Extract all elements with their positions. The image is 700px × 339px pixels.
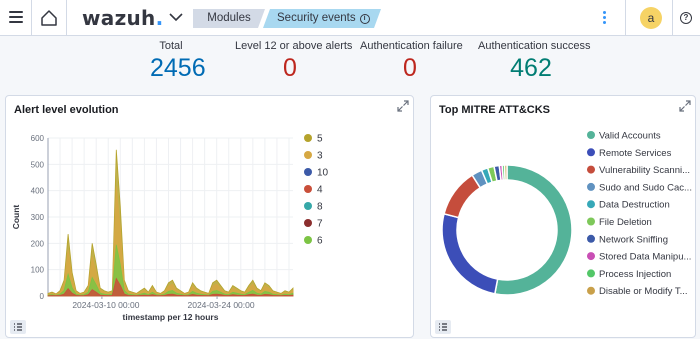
stat-value[interactable]: 0 — [235, 54, 345, 83]
x-tick-label: 2024-03-24 00:00 — [187, 300, 254, 310]
header-divider — [625, 0, 626, 36]
legend-swatch — [304, 185, 312, 193]
menu-bar — [9, 21, 23, 23]
legend-label: 10 — [317, 168, 329, 179]
legend-swatch — [587, 234, 595, 243]
stat-total[interactable]: Total 2456 — [150, 40, 206, 83]
info-icon[interactable]: i — [360, 14, 370, 24]
legend-label: 7 — [317, 219, 323, 230]
legend-swatch — [587, 182, 595, 191]
legend-label: Process Injection — [599, 269, 671, 280]
legend-swatch — [304, 134, 312, 142]
alert-level-panel: Alert level evolution 0 100 200 300 400 500 60… — [5, 95, 414, 338]
y-tick-label: 100 — [31, 266, 45, 275]
stat-label: Authentication failure — [360, 40, 463, 52]
breadcrumb-security-events[interactable]: Security events i — [263, 9, 381, 28]
stat-value[interactable]: 0 — [360, 54, 460, 83]
x-tick-label: 2024-03-10 00:00 — [72, 300, 139, 310]
legend-label: 6 — [317, 236, 323, 247]
donut-slice — [441, 212, 499, 295]
legend-label: Valid Accounts — [599, 131, 661, 142]
y-tick-label: 0 — [40, 292, 45, 301]
dot — [603, 11, 606, 14]
header-divider — [31, 0, 32, 36]
legend-swatch — [587, 217, 595, 226]
legend-label: File Deletion — [599, 217, 652, 228]
top-header: wazuh. Modules Security events i a ? — [0, 0, 700, 36]
menu-bar — [9, 16, 23, 18]
y-tick-label: 600 — [31, 134, 45, 143]
stat-value[interactable]: 2456 — [150, 54, 206, 83]
donut-slice — [503, 164, 508, 181]
legend-swatch — [304, 219, 312, 227]
chevron-down-icon[interactable] — [169, 12, 183, 22]
legend-label: Data Destruction — [599, 200, 670, 211]
legend-swatch — [304, 168, 312, 176]
legend-toggle-button[interactable] — [435, 320, 451, 334]
x-axis-label: timestamp per 12 hours — [123, 312, 219, 322]
header-divider — [672, 0, 673, 36]
legend-swatch — [587, 148, 595, 157]
y-tick-label: 500 — [31, 160, 45, 169]
menu-toggle-button[interactable] — [9, 11, 23, 24]
series-area — [47, 149, 294, 297]
legend-swatch — [304, 202, 312, 210]
legend-label: 3 — [317, 151, 323, 162]
stat-auth-success[interactable]: Authentication success 462 — [478, 40, 591, 83]
legend-swatch — [587, 252, 595, 261]
more-options-icon[interactable] — [603, 11, 607, 25]
legend-swatch — [587, 200, 595, 209]
dot — [603, 21, 606, 24]
legend-swatch — [304, 151, 312, 159]
series-area — [47, 186, 294, 297]
header-divider — [66, 0, 67, 36]
legend-swatch — [587, 165, 595, 174]
stat-label: Level 12 or above alerts — [235, 40, 353, 52]
legend-label: Disable or Modify T... — [599, 286, 688, 297]
breadcrumb-label: Security events — [277, 12, 356, 24]
menu-bar — [9, 11, 23, 13]
wazuh-logo[interactable]: wazuh. — [82, 6, 164, 30]
legend-label: Remote Services — [599, 148, 672, 159]
donut-slice — [443, 174, 482, 219]
alert-level-chart: 0 100 200 300 400 500 600 2024-03-10 00:00 2024-… — [11, 134, 329, 323]
y-tick-label: 300 — [31, 213, 45, 222]
y-tick-label: 200 — [31, 239, 45, 248]
legend-label: 5 — [317, 134, 323, 145]
legend-swatch — [587, 131, 595, 139]
list-icon — [14, 323, 22, 331]
legend-swatch — [587, 286, 595, 295]
legend-swatch — [587, 269, 595, 278]
donut-slice — [493, 164, 573, 296]
legend-toggle-button[interactable] — [10, 320, 26, 334]
y-axis-label: Count — [11, 205, 21, 230]
legend-label: 4 — [317, 185, 323, 196]
user-avatar[interactable]: a — [640, 7, 662, 29]
legend-label: Vulnerability Scanni... — [599, 165, 690, 176]
list-icon — [439, 323, 447, 331]
stat-level12[interactable]: Level 12 or above alerts 0 — [235, 40, 353, 83]
legend-label: Network Sniffing — [599, 234, 668, 245]
home-icon[interactable] — [40, 9, 58, 27]
dot — [603, 16, 606, 19]
mitre-donut-chart: Valid Accounts Remote Services Vulnerabili… — [441, 131, 692, 297]
breadcrumb-modules[interactable]: Modules — [193, 9, 265, 28]
stat-label: Total — [159, 40, 183, 52]
legend-label: Sudo and Sudo Cac... — [599, 182, 692, 193]
mitre-panel: Top MITRE ATT&CKS Valid Accounts Remote S… — [430, 95, 696, 338]
help-icon[interactable]: ? — [680, 12, 692, 24]
stat-auth-failure[interactable]: Authentication failure 0 — [360, 40, 463, 83]
y-tick-label: 400 — [31, 187, 45, 196]
legend-swatch — [304, 236, 312, 244]
stat-value[interactable]: 462 — [478, 54, 584, 83]
legend-label: 8 — [317, 202, 323, 213]
stat-label: Authentication success — [478, 40, 591, 52]
legend-label: Stored Data Manipu... — [599, 252, 691, 263]
